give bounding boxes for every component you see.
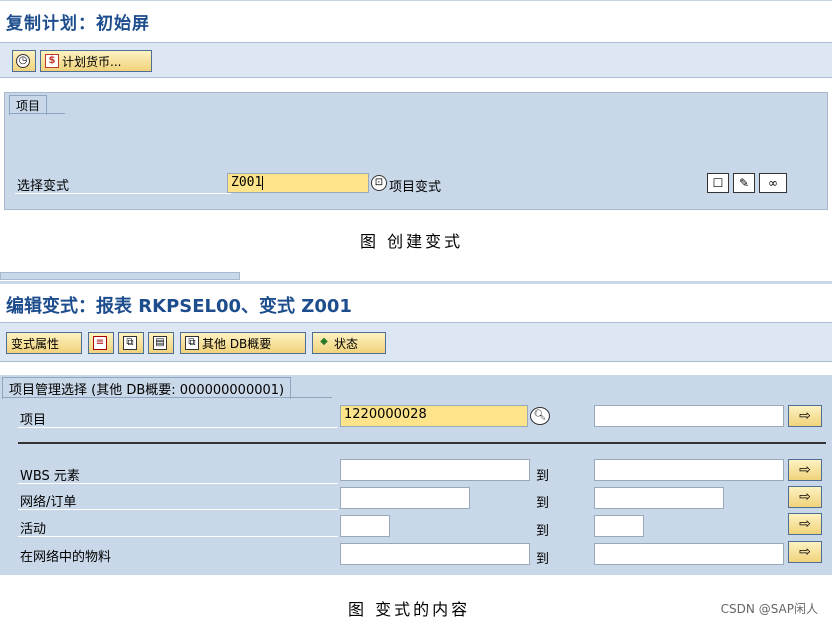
multiple-selection-arrow-button[interactable]: ⇨ [788,486,822,508]
project-from-value: 1220000028 [344,407,427,422]
wbs-from-input[interactable] [340,459,530,481]
screen2-toolbar: 变式属性 ≡ ⧉ ▤ ⧉ 其他 DB概要 ◆ 状态 [0,322,832,362]
search-help-icon[interactable]: 🔍︎ [530,407,550,425]
tab-underline [9,113,65,114]
caption-create-variant: 图 创建变式 [360,232,464,251]
variant-attributes-button[interactable]: 变式属性 [6,332,82,354]
status-button[interactable]: ◆ 状态 [312,332,386,354]
watermark: CSDN @SAP闲人 [720,602,818,616]
database-icon: ⧉ [185,336,199,350]
search-help-icon[interactable]: ⊡ [371,175,387,191]
activity-from-input[interactable] [340,515,390,537]
project-group-box: 项目 选择变式 Z001 ⊡ 项目变式 ☐ ✎ ∞ [4,92,828,210]
row-line [18,509,338,510]
display-icon: ▤ [153,336,167,350]
row-network-label: 网络/订单 [20,495,77,510]
text-cursor [262,175,264,190]
wbs-to-label: 到 [536,469,550,484]
activity-to-label: 到 [536,524,550,539]
screen2-title-bar: 编辑变式：报表 RKPSEL00、变式 Z001 [0,281,832,321]
select-all-icon: ≡ [93,336,107,350]
screen2-title: 编辑变式：报表 RKPSEL00、变式 Z001 [6,296,352,317]
project-management-selection-box: 项目管理选择 (其他 DB概要: 000000000001) 项目 122000… [0,375,832,575]
row-line [18,536,338,537]
copy-button[interactable]: ⧉ [118,332,144,354]
status-icon: ◆ [320,336,328,347]
network-to-input[interactable] [594,487,724,509]
row-line [18,483,338,484]
other-db-profile-label: 其他 DB概要 [202,336,272,351]
arrow-right-icon: ⇨ [799,408,811,424]
network-to-label: 到 [536,496,550,511]
glasses-icon[interactable]: ∞ [759,173,787,193]
clock-icon: ◷ [16,54,30,68]
execute-clock-button[interactable]: ◷ [12,50,36,72]
tab-underline [2,397,332,398]
variant-input[interactable]: Z001 [227,173,369,193]
network-from-input[interactable] [340,487,470,509]
multiple-selection-arrow-button[interactable]: ⇨ [788,541,822,563]
currency-icon: $ [45,54,59,68]
divider [18,442,826,444]
screen1-title: 复制计划：初始屏 [6,14,150,34]
row-line [18,427,338,428]
arrow-right-icon: ⇨ [799,544,811,560]
screen1-title-bar: 复制计划：初始屏 [0,0,832,42]
row-wbs-label: WBS 元素 [20,469,80,484]
row-separator [15,193,231,194]
plan-currency-button[interactable]: $ 计划货币... [40,50,152,72]
copy-icon: ⧉ [123,336,137,350]
arrow-right-icon: ⇨ [799,516,811,532]
activity-to-input[interactable] [594,515,644,537]
plan-currency-label: 计划货币... [62,54,122,69]
select-variant-label: 选择变式 [17,179,70,194]
previous-window-strip [0,272,240,280]
multiple-selection-arrow-button[interactable]: ⇨ [788,513,822,535]
project-variant-label: 项目变式 [389,180,442,195]
wbs-to-input[interactable] [594,459,784,481]
display-button[interactable]: ▤ [148,332,174,354]
project-tab-label: 项目 [9,95,48,115]
multiple-selection-arrow-button[interactable]: ⇨ [788,459,822,481]
multiple-selection-arrow-button[interactable]: ⇨ [788,405,822,427]
other-db-profile-button[interactable]: ⧉ 其他 DB概要 [180,332,306,354]
arrow-right-icon: ⇨ [799,489,811,505]
project-from-input[interactable]: 1220000028 [340,405,528,427]
pencil-icon[interactable]: ✎ [733,173,755,193]
variant-attributes-label: 变式属性 [11,336,60,351]
material-from-input[interactable] [340,543,530,565]
material-to-label: 到 [536,552,550,567]
caption-variant-content: 图 变式的内容 [348,600,471,619]
selection-tab-label: 项目管理选择 (其他 DB概要: 000000000001) [2,377,292,399]
screen1-toolbar: ◷ $ 计划货币... [0,42,832,78]
row-activity-label: 活动 [20,522,47,537]
select-all-button[interactable]: ≡ [88,332,114,354]
material-to-input[interactable] [594,543,784,565]
row-material-label: 在网络中的物料 [20,550,112,565]
status-label: 状态 [334,336,359,351]
project-to-input[interactable] [594,405,784,427]
variant-input-value: Z001 [231,175,263,190]
row-project-label: 项目 [20,413,47,428]
create-icon[interactable]: ☐ [707,173,729,193]
arrow-right-icon: ⇨ [799,462,811,478]
